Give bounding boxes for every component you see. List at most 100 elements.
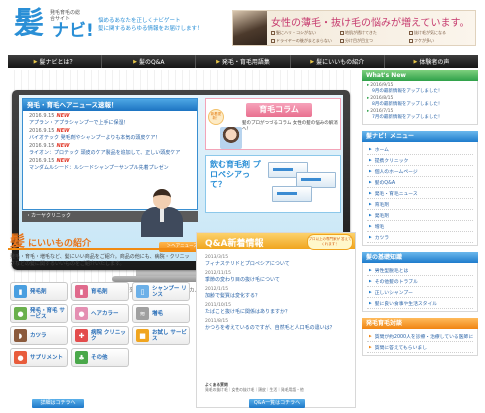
category-button-clinic[interactable]: ✚ 病院 クリニック — [71, 326, 129, 345]
column-description: 髪のプロがつづるコラム 女性の髪の悩みの解消へ！ — [242, 121, 338, 132]
whats-new-text[interactable]: 7月の最新情報をアップしました！ — [367, 114, 473, 120]
intro-kanji: 髪 — [10, 232, 26, 250]
hero-check-item: フケが多い — [409, 38, 475, 44]
checkbox-icon — [340, 38, 344, 43]
category-button-hair-tonic[interactable]: ▮ 育毛剤 — [71, 282, 129, 301]
menu-item-news[interactable]: 発毛・育毛ニュース — [367, 188, 473, 199]
qa-question[interactable]: たばこと抜け毛に関係はありますか？ — [205, 308, 351, 315]
tagline: 悩めるあなたを正しくナビゲート 髪に関するあらゆる情報をお届けします！ — [98, 17, 228, 33]
checkbox-icon — [409, 30, 413, 35]
propecia-title[interactable]: 飲む育毛剤 プロペシアって？ — [210, 160, 264, 190]
whats-new-box: 2016/9/159月の最新情報をアップしました！ 2016/8/158月の最新… — [362, 81, 478, 125]
menu-item-wig[interactable]: カツラ — [367, 232, 473, 243]
logo-nabi[interactable]: ナビ! — [52, 22, 94, 40]
news-headline[interactable]: マンダムルシード：ルシードシャンプーサンプル先着プレゼン — [29, 164, 193, 171]
basics-item[interactable]: 髪に良い食事や生活スタイル — [367, 298, 473, 309]
menu-item-extension[interactable]: 増毛 — [367, 221, 473, 232]
category-button-shampoo[interactable]: ▯ シャンプー リンス — [132, 282, 190, 301]
category-button-supplement[interactable]: ● サプリメント — [10, 348, 68, 367]
intro-title: にいいもの紹介 — [28, 239, 92, 249]
supplement-icon: ● — [14, 351, 27, 364]
people-icon: ● — [14, 307, 27, 320]
category-button-other[interactable]: ♣ その他 — [71, 348, 129, 367]
qa-item[interactable]: 2011/10/15 たばこと抜け毛に関係はありますか？ — [205, 303, 351, 315]
menu-item-qa[interactable]: 髪のQ&A — [367, 177, 473, 188]
qa-list: 2013/3/15 フィナステリドとプロペシアについて 2012/11/15 季節の… — [205, 255, 351, 335]
propecia-card[interactable]: 飲む育毛剤 プロペシアって？ — [205, 155, 341, 213]
basics-item[interactable]: 男性型脱毛とは — [367, 265, 473, 276]
medicine-box-icon — [272, 186, 312, 202]
category-button-hair-color[interactable]: ● ヘアカラー — [71, 304, 129, 323]
category-button-services[interactable]: ● 発毛・育毛 サービス — [10, 304, 68, 323]
qa-tags-links[interactable]: 発毛の抜け毛｜女性の抜け毛｜頭皮｜生活｜発毛用語・他 — [205, 387, 351, 393]
qa-item[interactable]: 2011/8/15 かつらを考えているのですが、自然毛と人口毛の違いは？ — [205, 319, 351, 331]
whats-new-text[interactable]: 8月の最新情報をアップしました！ — [367, 101, 473, 107]
qa-question[interactable]: かつらを考えているのですが、自然毛と人口毛の違いは？ — [205, 324, 351, 331]
intro-heading: 髪 にいいもの紹介 — [8, 232, 190, 250]
news-headline[interactable]: アプラン・アプラシャンプーで上手に保湿！ — [29, 119, 193, 126]
menu-header: 髪ナビ！メニュー — [362, 131, 478, 142]
details-button[interactable]: 詳細はコチラへ — [32, 399, 84, 408]
nav-item-glossary[interactable]: ▶ 発毛・育毛用語集 — [196, 55, 291, 68]
hero-woman-photo — [233, 11, 267, 45]
column-card[interactable]: 新着更新！ 育毛コラム 髪のプロがつづるコラム 女性の髪の悩みの解消へ！ — [205, 98, 341, 150]
menu-item-personal[interactable]: 個人のホームページ — [367, 166, 473, 177]
news-item[interactable]: 2016.9.15 NEW ライオン：プロテック 頭皮のケア製品を追加して、正しい… — [23, 141, 197, 156]
qa-tags: よくある質問 発毛の抜け毛｜女性の抜け毛｜頭皮｜生活｜発毛用語・他 — [205, 382, 351, 395]
qa-item[interactable]: 2012/11/15 季節の変わり目の抜け毛について — [205, 271, 351, 283]
hero-banner[interactable]: 女性の薄毛・抜け毛の悩みが増えています。 髪にハリ・コシがない 地肌が透けてきた… — [232, 10, 476, 46]
wig-icon: ◗ — [14, 329, 27, 342]
menu-item-hair-tonic[interactable]: 育毛剤 — [367, 199, 473, 210]
whats-new-item[interactable]: 2016/9/159月の最新情報をアップしました！ — [367, 83, 473, 94]
hero-check-item: 分け目が目立つ — [340, 38, 406, 44]
voice-item[interactable]: 質問に答えてもらいまし — [367, 342, 473, 353]
nav-label: 髪のQ&A — [138, 59, 165, 66]
whats-new-item[interactable]: 2016/7/157月の最新情報をアップしました！ — [367, 109, 473, 120]
news-item[interactable]: 2016.9.15 NEW バイオテック 発毛剤やシャンプーよりも本気の頭皮ケア！ — [23, 126, 197, 141]
whats-new-text[interactable]: 9月の最新情報をアップしました！ — [367, 88, 473, 94]
column-title[interactable]: 育毛コラム — [246, 103, 312, 117]
qa-item[interactable]: 2012/1/15 加齢で髪質は変化する？ — [205, 287, 351, 299]
hero-check-item: 抜け毛が気になる — [409, 30, 475, 36]
news-headline[interactable]: ライオン：プロテック 頭皮のケア製品を追加して、正しい頭皮ケア — [29, 149, 193, 156]
category-label: 発毛剤 — [30, 288, 47, 295]
category-button-hair-extension[interactable]: ≋ 増毛 — [132, 304, 190, 323]
category-button-hair-growth-agent[interactable]: ▮ 発毛剤 — [10, 282, 68, 301]
qa-title: Q&A新着情報 — [205, 239, 264, 249]
hero-check-label: 地肌が透けてきた — [345, 30, 377, 35]
news-item[interactable]: 2016.9.15 NEW アプラン・アプラシャンプーで上手に保湿！ — [23, 111, 197, 126]
anchor-person-image — [133, 187, 193, 237]
qa-list-button[interactable]: Q&A一覧はコチラへ — [249, 399, 305, 408]
whats-new-item[interactable]: 2016/8/158月の最新情報をアップしました！ — [367, 96, 473, 107]
header: 髪 発毛育毛の総合サイト ナビ! 悩めるあなたを正しくナビゲート 髪に関するあら… — [0, 0, 485, 56]
basics-item[interactable]: その他髪のトラブル — [367, 276, 473, 287]
nav-item-about[interactable]: ▶ 髪ナビとは？ — [8, 55, 103, 68]
voice-item[interactable]: 質問が約2000人を診療・治療している医師に — [367, 331, 473, 342]
category-label: カツラ — [30, 332, 47, 339]
nav-item-products[interactable]: ▶ 髪にいいもの紹介 — [291, 55, 385, 68]
qa-question[interactable]: 季節の変わり目の抜け毛について — [205, 276, 351, 283]
nav-item-voices[interactable]: ▶ 体験者の声 — [385, 55, 478, 68]
products-intro: 髪 にいいもの紹介 発毛・育毛・増毛など、髪にいい商品をご紹介。商品の他にも、病… — [8, 232, 190, 408]
logo-kanji[interactable]: 髪 — [14, 8, 44, 40]
qa-question[interactable]: 加齢で髪質は変化する？ — [205, 292, 351, 299]
menu-item-home[interactable]: ホーム — [367, 144, 473, 155]
haircolor-icon: ● — [75, 307, 88, 320]
category-button-wig[interactable]: ◗ カツラ — [10, 326, 68, 345]
category-label: 育毛剤 — [91, 288, 108, 295]
tagline-line-1: 悩めるあなたを正しくナビゲート — [98, 18, 181, 24]
menu-item-hair-growth[interactable]: 発毛剤 — [367, 210, 473, 221]
menu-item-clinics[interactable]: 提携クリニック — [367, 155, 473, 166]
basics-box: 男性型脱毛とは その他髪のトラブル 正しいシャンプー 髪に良い食事や生活スタイル — [362, 263, 478, 312]
nav-item-qa[interactable]: ▶ 髪のQ&A — [102, 55, 197, 68]
basics-item[interactable]: 正しいシャンプー — [367, 287, 473, 298]
qa-item[interactable]: 2013/3/15 フィナステリドとプロペシアについて — [205, 255, 351, 267]
category-button-trial[interactable]: ■ お試し サービス — [132, 326, 190, 345]
qa-question[interactable]: フィナステリドとプロペシアについて — [205, 260, 351, 267]
sprout-icon: ♣ — [75, 351, 88, 364]
news-item[interactable]: 2016.9.15 NEW マンダムルシード：ルシードシャンプーサンプル先着プレゼ… — [23, 156, 197, 171]
hospital-icon: ✚ — [75, 329, 88, 342]
news-headline[interactable]: バイオテック 発毛剤やシャンプーよりも本気の頭皮ケア！ — [29, 134, 193, 141]
shampoo-icon: ▯ — [136, 285, 149, 298]
category-label: お試し サービス — [152, 329, 187, 342]
